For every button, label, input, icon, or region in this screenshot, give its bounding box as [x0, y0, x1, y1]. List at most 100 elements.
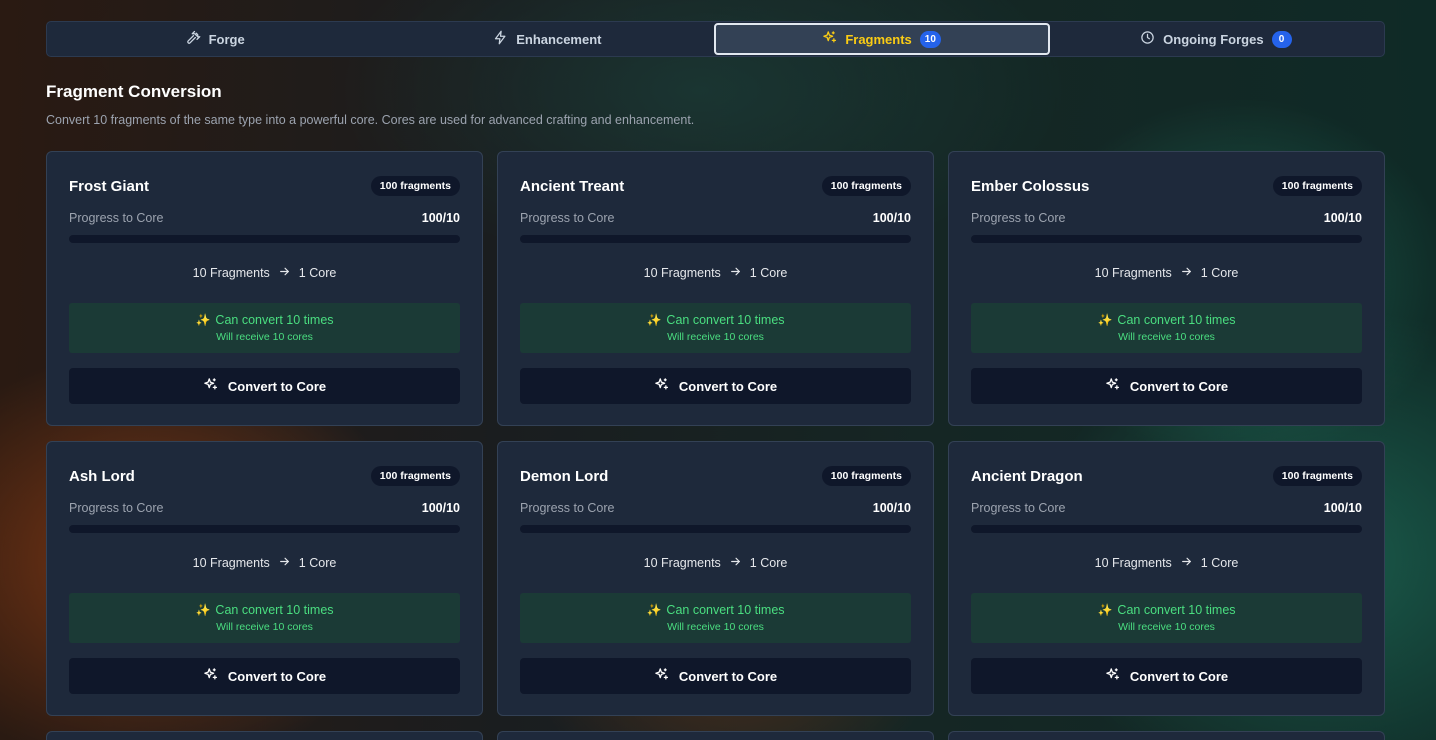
convert-to-core-button[interactable]: Convert to Core [971, 658, 1362, 694]
receive-cores-text: Will receive 10 cores [1118, 331, 1215, 343]
fragment-count-badge: 100 fragments [821, 466, 911, 486]
progress-bar [971, 525, 1362, 533]
recipe-from: 10 Fragments [643, 556, 721, 570]
convert-times-text: Can convert 10 times [1117, 313, 1236, 327]
card-title: Frost Giant [69, 177, 150, 195]
recipe-from: 10 Fragments [1094, 266, 1172, 280]
convert-to-core-button[interactable]: Convert to Core [520, 368, 911, 404]
recipe-to: 1 Core [749, 266, 788, 280]
fragments-count-badge: 10 [919, 30, 941, 48]
convert-to-core-button[interactable]: Convert to Core [69, 368, 460, 404]
progress-bar [69, 525, 460, 533]
convert-to-core-button[interactable]: Convert to Core [971, 368, 1362, 404]
arrow-right-icon [729, 265, 742, 281]
progress-label: Progress to Core [69, 211, 164, 225]
progress-label: Progress to Core [520, 501, 615, 515]
hammer-icon [186, 30, 201, 48]
sparkles-icon [822, 30, 837, 48]
sparkles-icon [654, 377, 669, 395]
bolt-icon [493, 30, 508, 48]
section-description: Convert 10 fragments of the same type in… [46, 113, 695, 127]
convert-to-core-button[interactable]: Convert to Core [520, 658, 911, 694]
card-title: Demon Lord [520, 467, 609, 485]
arrow-right-icon [729, 555, 742, 571]
convert-button-label: Convert to Core [678, 378, 778, 394]
progress-bar [520, 525, 911, 533]
tab-fragments[interactable]: Fragments 10 [713, 23, 1050, 55]
progress-value: 100/10 [872, 211, 911, 225]
arrow-right-icon [1180, 265, 1193, 281]
convert-times-text: Can convert 10 times [666, 313, 785, 327]
sparkles-icon [203, 377, 218, 395]
arrow-right-icon [1180, 555, 1193, 571]
fragment-card: Demon Lord 100 fragments Progress to Cor… [497, 441, 934, 716]
ongoing-forges-count-badge: 0 [1271, 30, 1292, 48]
progress-value: 100/10 [421, 501, 460, 515]
conversion-recipe: 10 Fragments 1 Core [69, 265, 460, 281]
card-title: Ash Lord [69, 467, 135, 485]
receive-cores-text: Will receive 10 cores [667, 331, 764, 343]
tab-bar: Forge Enhancement Fragments 10 Ongoing F… [46, 21, 1385, 57]
recipe-to: 1 Core [298, 266, 337, 280]
clock-icon [1140, 30, 1155, 48]
fragment-count-badge: 100 fragments [1272, 466, 1362, 486]
recipe-to: 1 Core [1200, 266, 1239, 280]
tab-enhancement[interactable]: Enhancement [381, 23, 713, 55]
progress-label: Progress to Core [69, 501, 164, 515]
fragment-card-partial [497, 731, 934, 740]
fragment-card: Ember Colossus 100 fragments Progress to… [948, 151, 1385, 426]
tab-ongoing-forges-label: Ongoing Forges [1163, 31, 1264, 47]
sparkle-icon: ✨ [1097, 313, 1113, 327]
receive-cores-text: Will receive 10 cores [1118, 621, 1215, 633]
conversion-recipe: 10 Fragments 1 Core [520, 555, 911, 571]
convert-availability: ✨ Can convert 10 times Will receive 10 co… [69, 593, 460, 643]
progress-bar [69, 235, 460, 243]
recipe-from: 10 Fragments [192, 266, 270, 280]
receive-cores-text: Will receive 10 cores [216, 621, 313, 633]
conversion-recipe: 10 Fragments 1 Core [971, 265, 1362, 281]
sparkle-icon: ✨ [646, 313, 662, 327]
conversion-recipe: 10 Fragments 1 Core [69, 555, 460, 571]
progress-label: Progress to Core [971, 501, 1066, 515]
tab-enhancement-label: Enhancement [516, 31, 602, 47]
sparkle-icon: ✨ [1097, 603, 1113, 617]
progress-value: 100/10 [1323, 501, 1362, 515]
convert-availability: ✨ Can convert 10 times Will receive 10 co… [520, 303, 911, 353]
convert-button-label: Convert to Core [1129, 378, 1229, 394]
convert-times-text: Can convert 10 times [1117, 603, 1236, 617]
recipe-from: 10 Fragments [1094, 556, 1172, 570]
convert-times-text: Can convert 10 times [666, 603, 785, 617]
tab-forge[interactable]: Forge [49, 23, 381, 55]
progress-label: Progress to Core [971, 211, 1066, 225]
fragment-card-grid: Frost Giant 100 fragments Progress to Co… [46, 151, 1385, 740]
fragment-count-badge: 100 fragments [370, 466, 460, 486]
fragment-card-partial [948, 731, 1385, 740]
fragment-card: Ash Lord 100 fragments Progress to Core … [46, 441, 483, 716]
recipe-to: 1 Core [749, 556, 788, 570]
tab-forge-label: Forge [208, 31, 245, 47]
card-title: Ancient Dragon [971, 467, 1083, 485]
recipe-from: 10 Fragments [643, 266, 721, 280]
conversion-recipe: 10 Fragments 1 Core [971, 555, 1362, 571]
convert-to-core-button[interactable]: Convert to Core [69, 658, 460, 694]
sparkles-icon [203, 667, 218, 685]
card-title: Ancient Treant [520, 177, 625, 195]
receive-cores-text: Will receive 10 cores [216, 331, 313, 343]
convert-button-label: Convert to Core [227, 378, 327, 394]
card-title: Ember Colossus [971, 177, 1090, 195]
arrow-right-icon [278, 265, 291, 281]
progress-bar [971, 235, 1362, 243]
recipe-to: 1 Core [298, 556, 337, 570]
fragment-count-badge: 100 fragments [1272, 176, 1362, 196]
sparkle-icon: ✨ [195, 603, 211, 617]
receive-cores-text: Will receive 10 cores [667, 621, 764, 633]
fragment-card: Frost Giant 100 fragments Progress to Co… [46, 151, 483, 426]
tab-ongoing-forges[interactable]: Ongoing Forges 0 [1050, 23, 1382, 55]
conversion-recipe: 10 Fragments 1 Core [520, 265, 911, 281]
sparkles-icon [1105, 667, 1120, 685]
convert-button-label: Convert to Core [678, 668, 778, 684]
sparkle-icon: ✨ [195, 313, 211, 327]
fragment-count-badge: 100 fragments [370, 176, 460, 196]
sparkles-icon [1105, 377, 1120, 395]
fragment-count-badge: 100 fragments [821, 176, 911, 196]
